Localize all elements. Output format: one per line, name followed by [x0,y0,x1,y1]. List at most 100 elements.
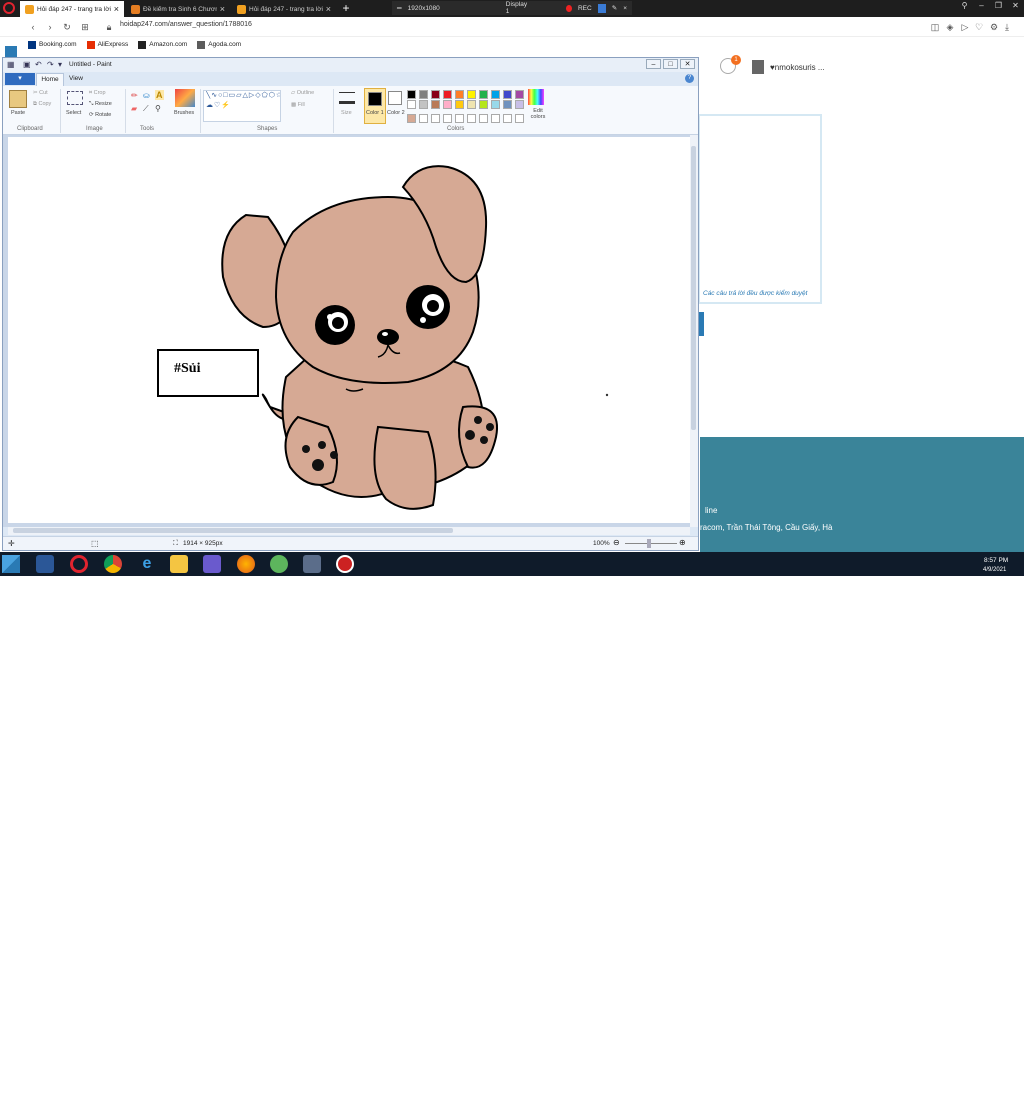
tab-home[interactable]: Home [36,73,64,86]
file-menu-button[interactable]: ▾ [5,73,35,85]
color2-button[interactable] [388,91,402,105]
username-link[interactable]: ♥nmokosuris ... [770,63,825,72]
palette-swatch[interactable] [467,100,476,109]
palette-swatch[interactable] [431,90,440,99]
canvas-text-box[interactable]: #Sủi [174,361,200,377]
crop-button[interactable]: ⌗ Crop [89,90,106,97]
palette-swatch[interactable] [503,90,512,99]
undo-icon[interactable]: ↶ [35,60,44,69]
recorder-menu-icon[interactable]: ═ [397,5,402,12]
palette-swatch[interactable] [443,90,452,99]
close-icon[interactable]: × [623,5,627,12]
brushes-button[interactable]: Brushes [174,110,194,116]
palette-swatch[interactable] [407,90,416,99]
battery-icon[interactable]: ▭ [954,1112,961,1120]
grid-icon[interactable]: ⊞ [80,22,90,32]
paste-button[interactable]: Paste [11,110,25,116]
heart-icon[interactable]: ♡ [974,22,984,32]
firefox-icon[interactable] [237,555,255,573]
help-icon[interactable]: ? [685,74,694,83]
recorder-resolution[interactable]: 1920x1080 [408,5,440,12]
color-picker-icon[interactable]: ⟋ [143,104,149,114]
select-icon[interactable] [67,91,83,105]
palette-swatch[interactable] [407,100,416,109]
help-icon[interactable]: ? [934,1112,938,1120]
edit-colors-icon[interactable] [528,89,544,105]
palette-swatch[interactable] [419,100,428,109]
opera-logo-icon[interactable] [3,2,15,14]
file-explorer-icon[interactable] [170,555,188,573]
tab-view[interactable]: View [69,75,83,82]
record-icon[interactable] [565,4,572,12]
brushes-icon[interactable] [175,89,195,107]
text-tool-icon[interactable]: A [155,90,164,100]
palette-swatch[interactable] [503,100,512,109]
pencil-icon[interactable]: ✏ [131,91,138,100]
palette-swatch[interactable] [491,90,500,99]
rotate-button[interactable]: ⟳ Rotate [89,112,111,118]
tab-de-kiem-tra[interactable]: Đề kiểm tra Sinh 6 Chương × [126,1,230,17]
horizontal-scroll-thumb[interactable] [13,528,453,533]
palette-swatch[interactable] [479,100,488,109]
close-icon[interactable]: ✕ [680,59,695,69]
volume-icon[interactable]: ◀ [978,1112,983,1120]
recorder-taskbar-icon[interactable] [336,555,354,573]
minimize-icon[interactable]: – [646,59,661,69]
paint-taskbar-icon[interactable] [303,555,321,573]
palette-swatch[interactable] [419,114,428,123]
palette-swatch[interactable] [407,114,416,123]
tab-hoidap-2[interactable]: Hỏi đáp 247 - trang tra lời × [232,1,336,17]
bookmark-amazon[interactable]: Amazon.com [138,40,187,49]
palette-swatch[interactable] [443,100,452,109]
customize-icon[interactable]: ▾ [58,60,67,69]
recorder-display[interactable]: Display 1 [506,1,530,15]
media-player-icon[interactable] [203,555,221,573]
windows-start-icon[interactable] [2,555,20,573]
close-icon[interactable]: × [220,4,225,14]
shield-icon[interactable]: ◈ [945,22,955,32]
fill-button[interactable]: ▩ Fill [291,102,305,108]
zoom-in-icon[interactable]: ⊕ [679,538,686,547]
language-indicator[interactable]: EN [918,1112,928,1120]
palette-swatch[interactable] [431,100,440,109]
restore-icon[interactable]: ❐ [990,0,1007,12]
chrome-icon[interactable] [104,555,122,573]
drawing-canvas[interactable]: #Sủi [8,137,691,523]
minimize-icon[interactable]: – [973,0,990,12]
close-icon[interactable]: ✕ [1007,0,1024,12]
opera-icon[interactable] [70,555,88,573]
reload-icon[interactable]: ↻ [62,22,72,32]
bookmark-aliexpress[interactable]: AliExpress [86,40,128,49]
palette-swatch[interactable] [467,90,476,99]
fill-icon[interactable]: ⛀ [143,91,150,100]
zoom-slider[interactable] [625,543,677,544]
ie-icon[interactable]: e [138,555,156,573]
eraser-icon[interactable]: ▰ [131,104,137,113]
save-icon[interactable]: ▣ [23,60,32,69]
palette-swatch[interactable] [491,114,500,123]
palette-swatch[interactable] [419,90,428,99]
url-field[interactable]: hoidap247.com/answer_question/1788016 [120,21,252,28]
magnifier-icon[interactable]: ⚲ [155,104,161,113]
greenshot-icon[interactable] [270,555,288,573]
select-button[interactable]: Select [66,110,81,116]
palette-swatch[interactable] [467,114,476,123]
size-icon[interactable] [339,92,355,104]
pen-icon[interactable]: ✎ [612,4,617,12]
download-icon[interactable]: ⤓ [1002,22,1012,32]
palette-swatch[interactable] [455,114,464,123]
palette-swatch[interactable] [515,100,524,109]
clock-time[interactable]: 8:57 PM [984,557,1008,564]
resize-button[interactable]: ⤡ Resize [89,101,112,108]
forward-icon[interactable]: › [45,22,55,32]
maximize-icon[interactable]: □ [663,59,678,69]
vertical-scroll-thumb[interactable] [691,146,696,430]
recorder-square-icon[interactable] [597,3,606,13]
back-icon[interactable]: ‹ [28,22,38,32]
close-icon[interactable]: × [114,4,119,14]
redo-icon[interactable]: ↷ [47,60,56,69]
copy-button[interactable]: ⧉ Copy [33,101,51,108]
palette-swatch[interactable] [515,90,524,99]
palette-swatch[interactable] [479,114,488,123]
cut-button[interactable]: ✂ Cut [33,90,48,96]
